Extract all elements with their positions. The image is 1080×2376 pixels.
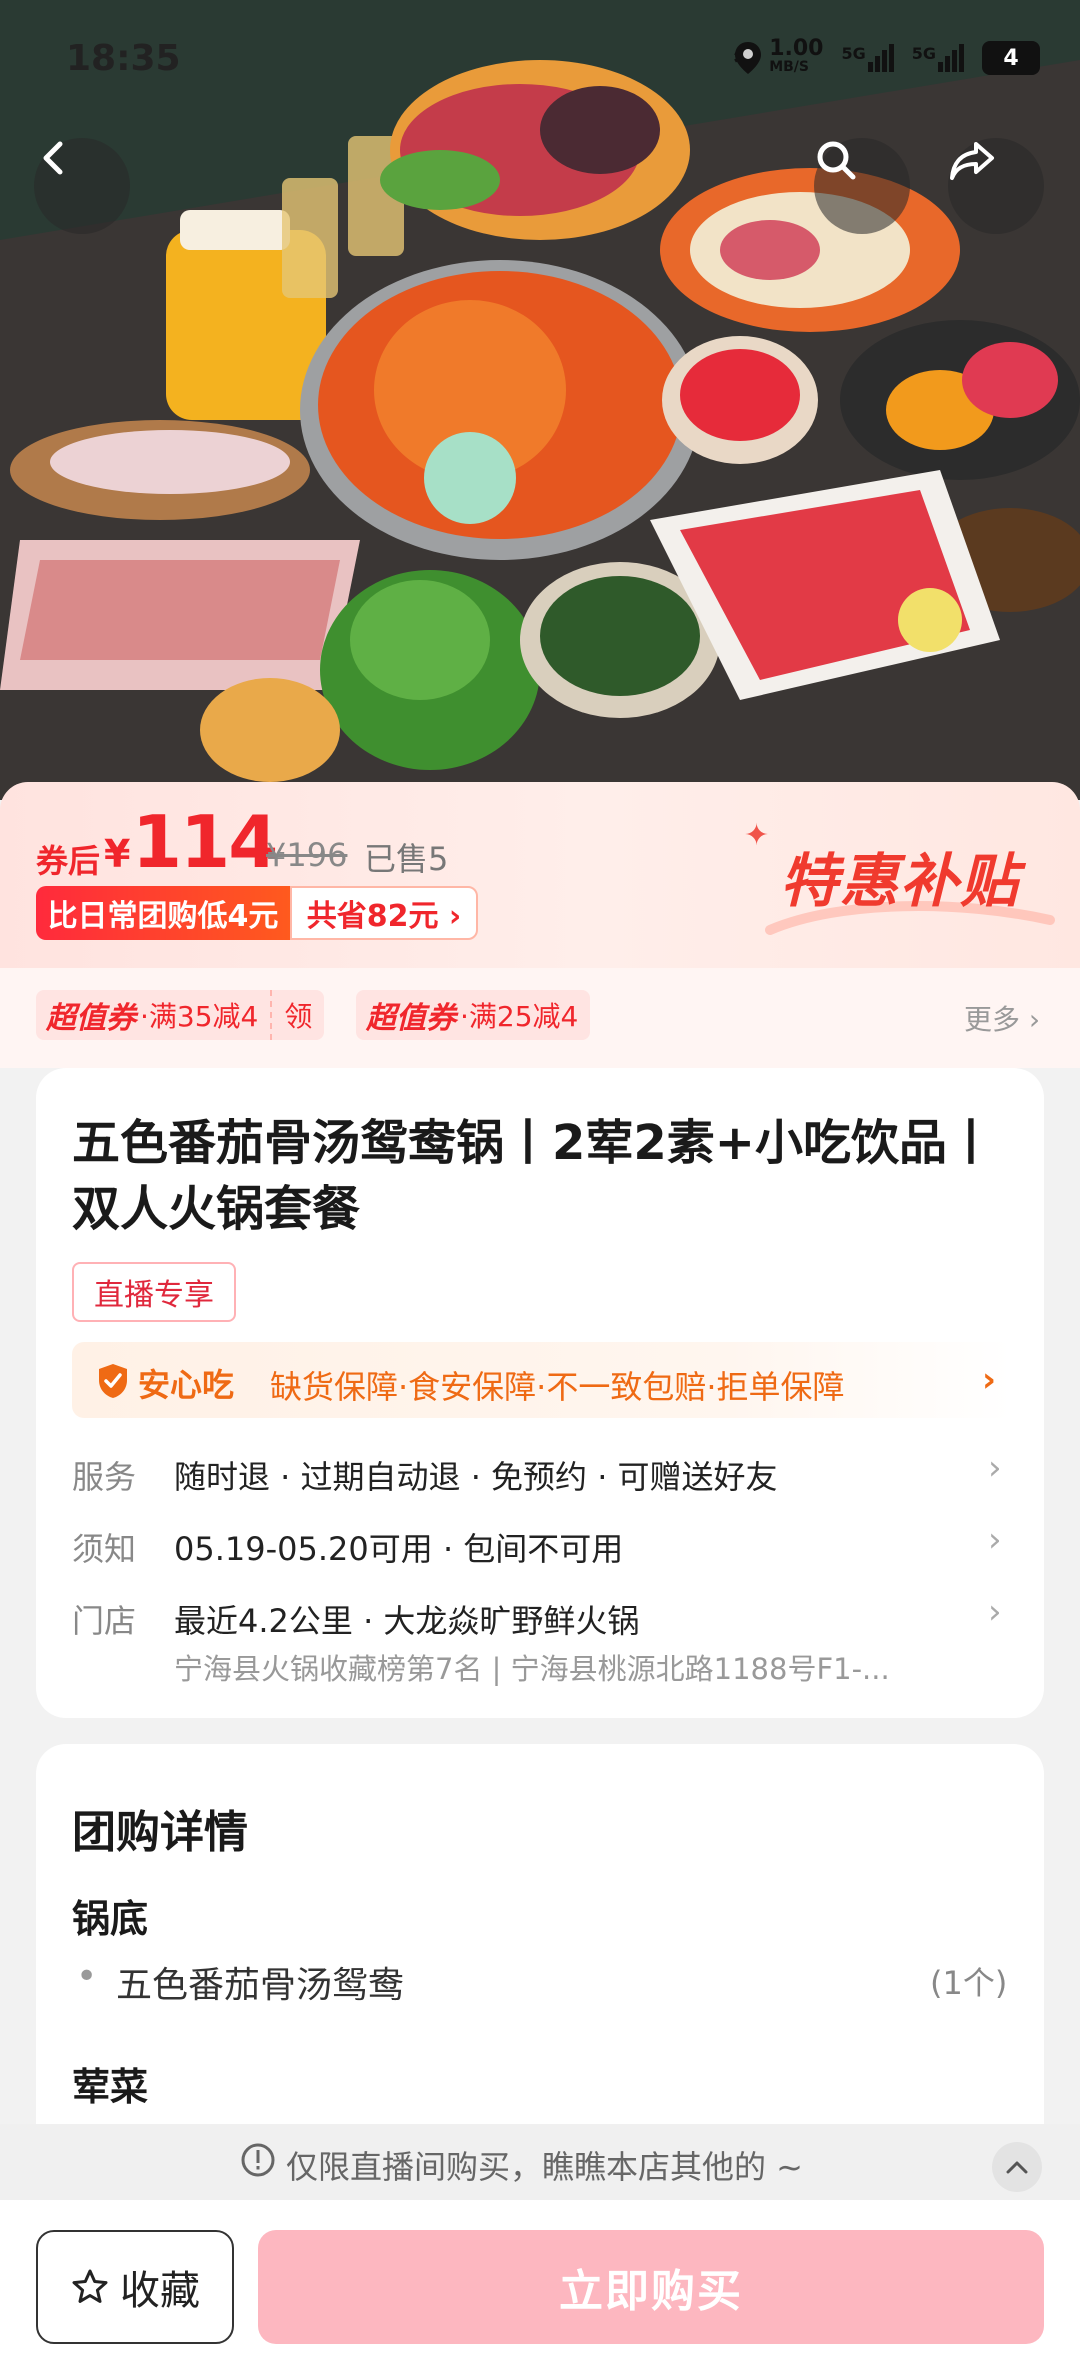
- hero-photo: 18:35 ✱ 1.00 MB/S 5G 5G 4: [0, 0, 1080, 800]
- buy-now-button[interactable]: 立即购买: [258, 2230, 1044, 2344]
- info-icon: [241, 2143, 275, 2177]
- sold-count: 已售5: [364, 840, 449, 878]
- battery-icon: 4: [982, 41, 1040, 75]
- service-label: 服务: [72, 1458, 137, 1496]
- signal-sim1-icon: 5G: [841, 44, 894, 72]
- coupon-2[interactable]: 超值券 ·满25减4: [356, 990, 591, 1040]
- sparkle-icon: ✦: [744, 818, 770, 853]
- share-button[interactable]: [948, 138, 1044, 234]
- store-subtitle: 宁海县火锅收藏榜第7名 | 宁海县桃源北路1188号F1-...: [174, 1652, 890, 1686]
- original-price: ¥196: [266, 836, 348, 874]
- favorite-button[interactable]: 收藏: [36, 2230, 234, 2344]
- chevron-up-icon: [1006, 2161, 1028, 2174]
- lower-than-usual-tag: 比日常团购低4元: [36, 886, 290, 940]
- status-bar: 18:35 ✱ 1.00 MB/S 5G 5G 4: [0, 0, 1080, 120]
- meat-section-title: 荤菜: [72, 2065, 149, 2109]
- store-chevron-icon[interactable]: ›: [988, 1592, 1002, 1632]
- notice-label: 须知: [72, 1530, 137, 1568]
- shield-check-icon: [99, 1364, 127, 1398]
- share-icon: [950, 142, 994, 180]
- coupon-2-desc: ·满25减4: [460, 1000, 579, 1033]
- sim1-label: 5G: [841, 44, 866, 63]
- net-speed-value: 1.00: [769, 36, 824, 61]
- safe-guarantee-chevron-icon: ›: [982, 1360, 997, 1400]
- service-chevron-icon[interactable]: ›: [988, 1448, 1002, 1488]
- price-prefix: 券后: [36, 842, 101, 880]
- signal-sim2-icon: 5G: [912, 44, 964, 72]
- hotpot-illustration: [0, 0, 1080, 800]
- product-title: 五色番茄骨汤鸳鸯锅丨2荤2素+小吃饮品丨双人火锅套餐: [72, 1115, 996, 1237]
- safe-guarantee-title: 安心吃: [138, 1366, 235, 1404]
- back-button[interactable]: [34, 138, 130, 234]
- status-time: 18:35: [66, 38, 181, 79]
- coupon-2-brand: 超值券: [366, 1001, 456, 1036]
- star-icon: [72, 2269, 108, 2303]
- notice-chevron-icon[interactable]: ›: [988, 1520, 1002, 1560]
- sim2-label: 5G: [911, 44, 936, 63]
- collapse-button[interactable]: [992, 2142, 1042, 2192]
- detail-item: 五色番茄骨汤鸳鸯: [116, 1965, 405, 2006]
- coupon-1[interactable]: 超值券 ·满35减4 领: [36, 990, 325, 1040]
- service-value[interactable]: 随时退 · 过期自动退 · 免预约 · 可赠送好友: [174, 1452, 778, 1498]
- price-currency: ¥: [104, 832, 131, 876]
- special-subsidy-badge: 特惠补贴: [780, 847, 1021, 915]
- soup-base-section-title: 锅底: [72, 1897, 149, 1941]
- bullet-dot: •: [76, 1956, 98, 1997]
- details-heading: 团购详情: [72, 1807, 248, 1858]
- back-arrow-icon: [43, 141, 63, 175]
- detail-item-qty: (1个): [930, 1964, 1008, 2002]
- net-speed-unit: MB/S: [769, 59, 809, 75]
- notice-value[interactable]: 05.19-05.20可用 · 包间不可用: [174, 1524, 623, 1570]
- coupon-1-desc: ·满35减4: [140, 1000, 259, 1033]
- coupon-1-brand: 超值券: [46, 1001, 136, 1036]
- live-exclusive-tag: 直播专享: [72, 1262, 236, 1322]
- total-savings-link[interactable]: 共省82元 ›: [290, 886, 478, 940]
- search-icon: [817, 141, 856, 180]
- favorite-label: 收藏: [120, 2268, 200, 2314]
- location-icon: [734, 42, 761, 74]
- coupon-1-claim[interactable]: 领: [270, 990, 324, 1040]
- search-button[interactable]: [814, 138, 910, 234]
- safe-guarantee-text: 缺货保障·食安保障·不一致包赔·拒单保障: [270, 1368, 845, 1406]
- live-only-notice-text: 仅限直播间购买，瞧瞧本店其他的 ~: [286, 2148, 803, 2186]
- more-coupons-link[interactable]: 更多 ›: [964, 998, 1040, 1038]
- price-value: 114: [132, 800, 278, 884]
- store-value[interactable]: 最近4.2公里 · 大龙焱旷野鲜火锅: [174, 1596, 639, 1642]
- store-label: 门店: [72, 1602, 137, 1640]
